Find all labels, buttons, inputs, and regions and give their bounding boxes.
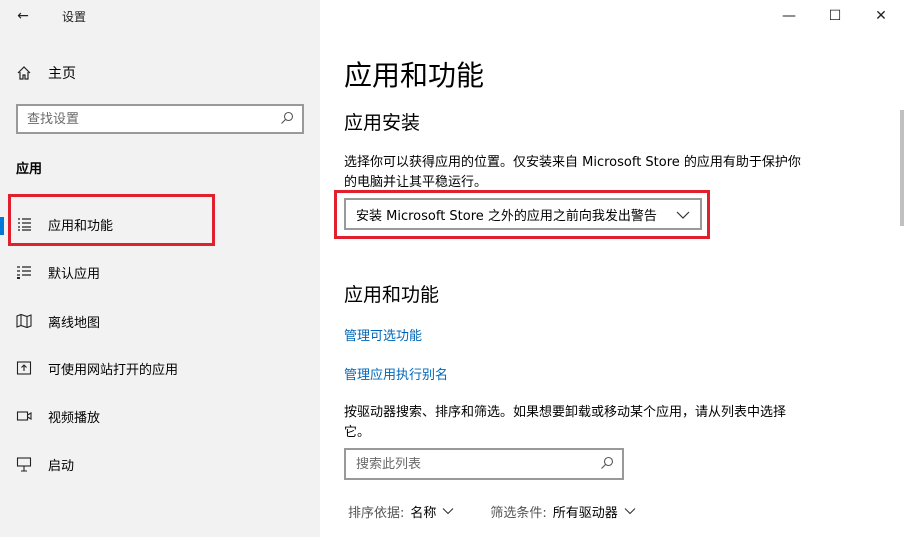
maximize-button[interactable]: ☐: [812, 0, 858, 32]
chevron-down-icon: [624, 504, 636, 519]
window-controls: — ☐ ✕: [766, 0, 904, 32]
startup-icon: [0, 456, 48, 472]
app-list-search-input[interactable]: [356, 456, 586, 472]
minimize-icon: —: [782, 8, 796, 24]
chevron-down-icon: [442, 504, 454, 519]
sidebar-item-home[interactable]: 主页: [0, 56, 320, 90]
settings-search-input[interactable]: [27, 111, 267, 127]
sidebar-item-apps-for-websites[interactable]: 可使用网站打开的应用: [0, 348, 320, 388]
install-description: 选择你可以获得应用的位置。仅安装来自 Microsoft Store 的应用有助…: [344, 155, 801, 190]
highlight-box-dropdown: [334, 190, 710, 239]
filter-label: 筛选条件:: [490, 506, 547, 521]
apps-description: 按驱动器搜索、排序和筛选。如果想要卸载或移动某个应用，请从列表中选择它。: [344, 405, 787, 440]
close-icon: ✕: [875, 8, 887, 24]
highlight-box-apps-features: [8, 194, 215, 246]
home-label: 主页: [48, 66, 76, 82]
sidebar-item-label: 默认应用: [48, 266, 101, 282]
apps-features-heading: 应用和功能: [344, 284, 440, 306]
sort-label: 排序依据:: [348, 506, 405, 521]
drive-filter-dropdown[interactable]: 筛选条件: 所有驱动器: [490, 502, 636, 521]
manage-optional-features-link[interactable]: 管理可选功能: [344, 325, 422, 344]
install-heading: 应用安装: [344, 112, 421, 134]
sidebar-item-label: 离线地图: [48, 315, 101, 331]
sidebar-item-label: 启动: [48, 458, 75, 474]
manage-execution-alias-link[interactable]: 管理应用执行别名: [344, 364, 448, 383]
sidebar-item-startup[interactable]: 启动: [0, 444, 320, 484]
search-icon[interactable]: [280, 110, 294, 129]
sidebar-item-offline-maps[interactable]: 离线地图: [0, 301, 320, 341]
maximize-icon: ☐: [828, 8, 842, 24]
sidebar-item-label: 可使用网站打开的应用: [48, 362, 179, 378]
window-title: 设置: [62, 9, 87, 24]
sort-value: 名称: [410, 506, 437, 521]
back-button[interactable]: ←: [0, 0, 46, 32]
titlebar-left: ← 设置: [0, 0, 320, 32]
close-button[interactable]: ✕: [858, 0, 904, 32]
back-arrow-icon: ←: [17, 8, 29, 24]
default-apps-icon: [0, 264, 48, 280]
search-icon[interactable]: [600, 455, 614, 474]
sort-dropdown[interactable]: 排序依据: 名称: [348, 502, 454, 521]
sidebar: ← 设置 主页 应用 应用和功能 默认应用 离线地图: [0, 0, 320, 537]
scrollbar-thumb[interactable]: [900, 110, 904, 226]
settings-search-box[interactable]: [16, 104, 304, 134]
sidebar-item-label: 视频播放: [48, 410, 101, 426]
app-list-search-box[interactable]: [344, 448, 624, 480]
page-title: 应用和功能: [344, 59, 485, 92]
sidebar-section-heading: 应用: [16, 162, 43, 177]
filter-value: 所有驱动器: [552, 506, 618, 521]
filter-bar: 排序依据: 名称 筛选条件: 所有驱动器: [348, 502, 636, 521]
map-icon: [0, 313, 48, 329]
sidebar-item-default-apps[interactable]: 默认应用: [0, 252, 320, 292]
home-icon: [0, 65, 48, 81]
video-icon: [0, 408, 48, 424]
sidebar-item-video-playback[interactable]: 视频播放: [0, 396, 320, 436]
minimize-button[interactable]: —: [766, 0, 812, 32]
open-web-icon: [0, 360, 48, 376]
main-content: — ☐ ✕ 应用和功能 应用安装 选择你可以获得应用的位置。仅安装来自 Micr…: [320, 0, 904, 537]
